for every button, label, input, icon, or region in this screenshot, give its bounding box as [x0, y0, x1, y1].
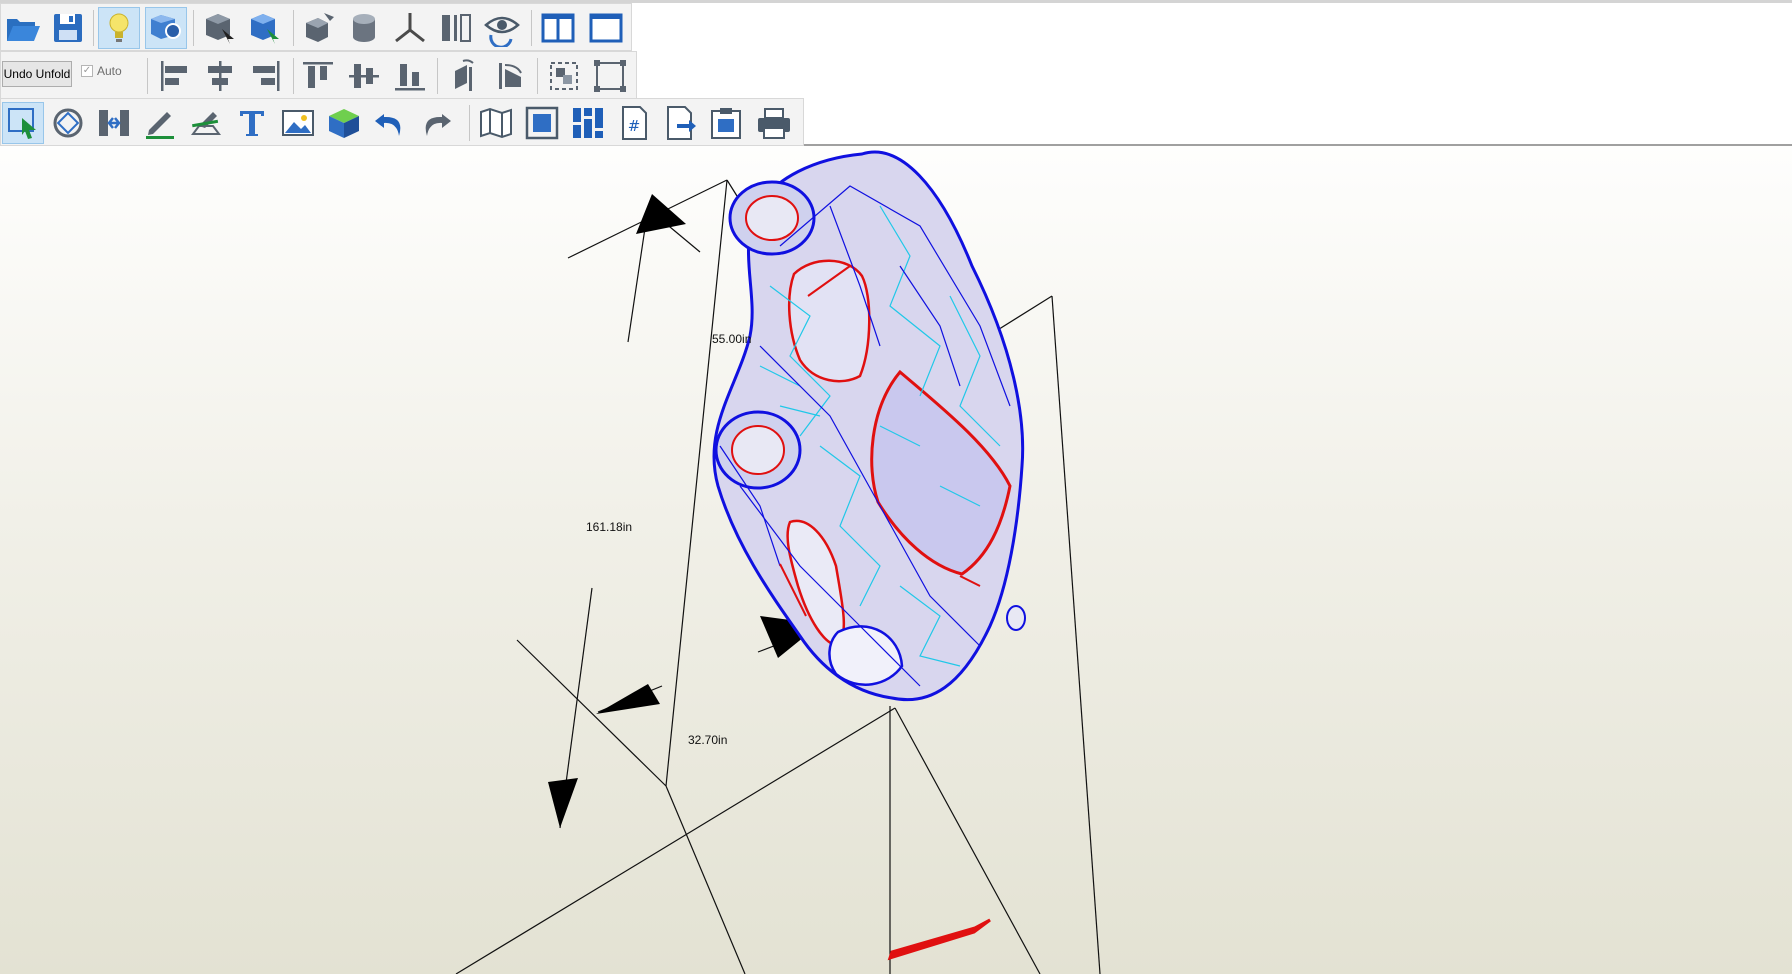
svg-text:#: #	[628, 117, 641, 135]
align-right-button[interactable]	[245, 55, 287, 97]
split-view-button[interactable]	[537, 7, 579, 49]
redo-button[interactable]	[415, 102, 457, 144]
flip-right-button[interactable]	[489, 55, 531, 97]
align-top-icon	[303, 62, 333, 88]
colored-cube-icon	[329, 109, 359, 138]
page-numbers-button[interactable]: #	[613, 102, 655, 144]
eraser-icon	[191, 112, 221, 135]
unfolded-edge-piece	[887, 918, 991, 961]
rotate-left-icon	[455, 59, 474, 91]
axes-button[interactable]	[389, 7, 431, 49]
toolbar-tools: #	[0, 98, 804, 146]
export-button[interactable]	[659, 102, 701, 144]
group-button[interactable]	[543, 55, 585, 97]
toolbar-area: Undo Unfold ✓ Auto #	[0, 0, 1792, 146]
text-tool-button[interactable]	[231, 102, 273, 144]
undo-button[interactable]	[369, 102, 411, 144]
align-middle-button[interactable]	[343, 55, 385, 97]
cube-face-select-icon	[251, 14, 279, 44]
open-file-button[interactable]	[2, 7, 44, 49]
lighting-toggle-button[interactable]	[98, 7, 140, 49]
height-dimension-label: 55.00in	[712, 332, 752, 346]
undo-unfold-button[interactable]: Undo Unfold	[2, 61, 72, 87]
toolbar-layout: Undo Unfold ✓ Auto	[0, 51, 637, 99]
join-edges-button[interactable]	[93, 102, 135, 144]
length-dimension-label: 161.18in	[586, 520, 633, 534]
texture-cubes-icon	[151, 15, 181, 39]
ungroup-button[interactable]	[589, 55, 631, 97]
align-bottom-icon	[395, 64, 425, 91]
select-part-button[interactable]	[198, 7, 240, 49]
undo-arrow-icon	[375, 114, 401, 136]
floppy-disk-icon	[54, 14, 82, 42]
insert-image-button[interactable]	[277, 102, 319, 144]
fit-view-button[interactable]	[521, 102, 563, 144]
layout-grid-icon	[573, 108, 603, 138]
cube-unfold-icon	[306, 13, 334, 42]
align-bottom-button[interactable]	[389, 55, 431, 97]
3d-viewport[interactable]: 55.00in 161.18in 32.70in	[0, 146, 1792, 974]
toolbar-file-view	[0, 3, 632, 51]
model-canvas	[455, 150, 1101, 974]
redo-arrow-icon	[425, 114, 451, 136]
unfold-map-button[interactable]	[475, 102, 517, 144]
rotate-part-icon	[53, 108, 83, 138]
edge-view-button[interactable]	[435, 7, 477, 49]
light-bulb-icon	[109, 13, 129, 42]
cube-select-icon	[206, 14, 234, 44]
draw-line-button[interactable]	[139, 102, 181, 144]
folded-map-icon	[480, 107, 512, 139]
print-button[interactable]	[753, 102, 795, 144]
cylinder-button[interactable]	[343, 7, 385, 49]
checkmark-icon: ✓	[81, 65, 93, 77]
materials-toggle-button[interactable]	[145, 7, 187, 49]
erase-button[interactable]	[185, 102, 227, 144]
text-t-icon	[240, 111, 264, 136]
edge-split-icon	[442, 14, 471, 42]
auto-checkbox[interactable]: ✓ Auto	[81, 64, 122, 78]
page-setup-button[interactable]	[705, 102, 747, 144]
printer-icon	[758, 108, 790, 139]
ungroup-icon	[594, 60, 626, 92]
insert-3d-button[interactable]	[323, 102, 365, 144]
folder-open-icon	[7, 19, 40, 41]
align-left-button[interactable]	[153, 55, 195, 97]
auto-checkbox-label: Auto	[97, 64, 122, 78]
select-arrow-icon	[8, 108, 36, 139]
cylinder-icon	[353, 14, 375, 42]
unfold-part-button[interactable]	[298, 7, 340, 49]
rotate-view-button[interactable]	[481, 7, 523, 49]
fit-screen-icon	[525, 106, 559, 140]
align-top-button[interactable]	[297, 55, 339, 97]
width-dimension-label: 32.70in	[688, 733, 728, 747]
flip-left-button[interactable]	[443, 55, 485, 97]
select-face-button[interactable]	[243, 7, 285, 49]
rotate-right-icon	[499, 63, 522, 89]
single-view-button[interactable]	[585, 7, 627, 49]
car-wireframe-model	[712, 150, 1026, 702]
page-export-icon	[667, 106, 696, 140]
save-button[interactable]	[47, 7, 89, 49]
group-icon	[550, 62, 578, 90]
align-right-icon	[253, 61, 280, 91]
layout-parts-button[interactable]	[567, 102, 609, 144]
image-icon	[282, 110, 314, 136]
align-middle-icon	[349, 64, 379, 88]
align-center-icon	[208, 61, 232, 91]
pencil-icon	[146, 112, 174, 139]
clipboard-icon	[711, 108, 741, 139]
page-hash-icon: #	[622, 106, 647, 140]
axes-icon	[395, 13, 425, 43]
eye-rotate-icon	[484, 16, 520, 47]
join-edges-icon	[99, 110, 129, 136]
single-window-icon	[589, 13, 623, 43]
rotate-part-button[interactable]	[47, 102, 89, 144]
select-tool-button[interactable]	[2, 102, 44, 144]
split-window-icon	[541, 13, 575, 43]
align-center-button[interactable]	[199, 55, 241, 97]
align-left-icon	[161, 61, 187, 91]
